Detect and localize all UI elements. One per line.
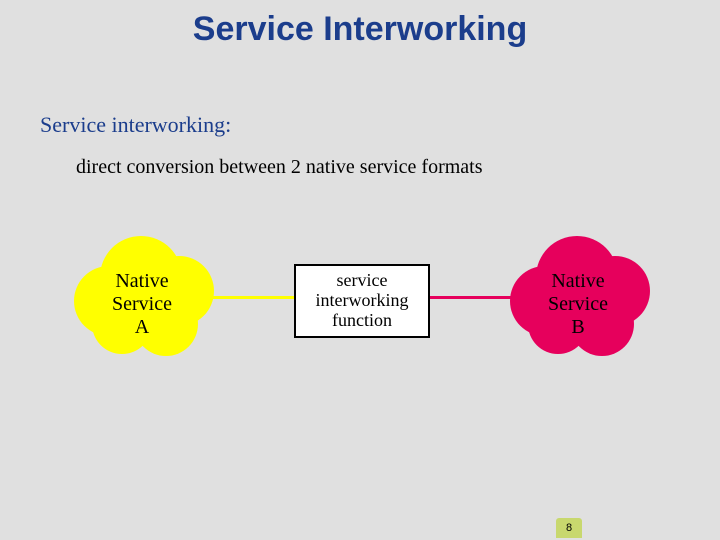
interworking-function-box: service interworking function [294, 264, 430, 338]
cloud-a-line3: A [135, 316, 149, 338]
cloud-a-line2: Service [112, 293, 172, 315]
cloud-a-line1: Native [115, 270, 168, 292]
iwf-line1: service [337, 270, 388, 290]
subheading: Service interworking: [40, 112, 231, 138]
cloud-b-line1: Native [551, 270, 604, 292]
cloud-b-line2: Service [548, 293, 608, 315]
cloud-a-label: Native Service A [74, 270, 210, 339]
connector-a [200, 296, 294, 299]
slide-title: Service Interworking [0, 10, 720, 49]
iwf-line3: function [332, 310, 392, 330]
page-number: 8 [556, 518, 582, 538]
cloud-b-label: Native Service B [510, 270, 646, 339]
slide: Service Interworking Service interworkin… [0, 0, 720, 540]
iwf-line2: interworking [316, 290, 409, 310]
connector-b [426, 296, 512, 299]
description: direct conversion between 2 native servi… [76, 156, 483, 179]
cloud-b-line3: B [571, 316, 584, 338]
